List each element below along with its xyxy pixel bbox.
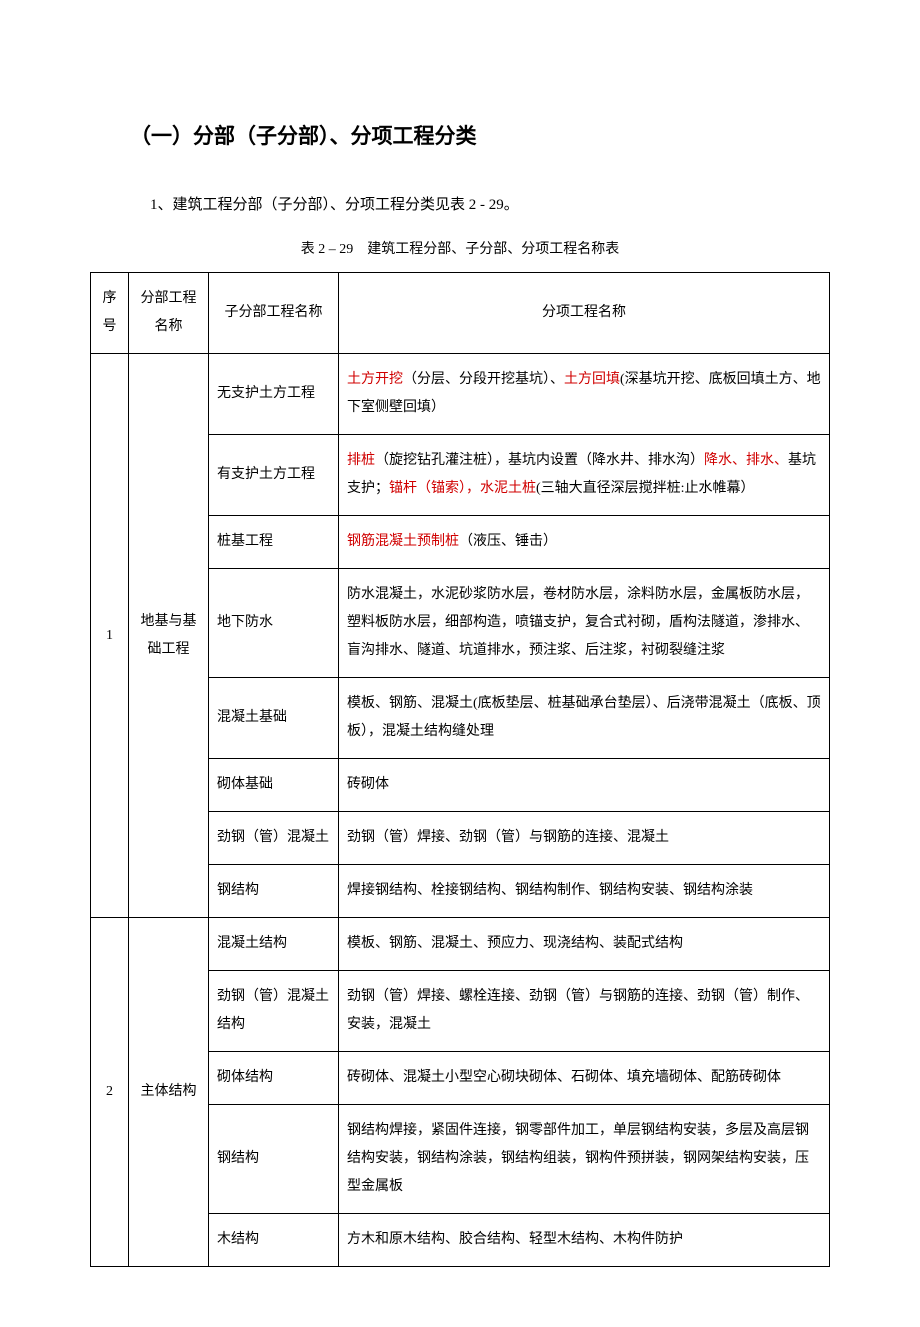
- highlight-text: 土方开挖: [347, 372, 403, 387]
- plain-text: 方木和原木结构、胶合结构、轻型木结构、木构件防护: [347, 1232, 683, 1247]
- cell-subpart: 砌体基础: [209, 759, 339, 812]
- plain-text: 砖砌体、混凝土小型空心砌块砌体、石砌体、填充墙砌体、配筋砖砌体: [347, 1070, 781, 1085]
- plain-text: (三轴大直径深层搅拌桩:止水帷幕）: [536, 481, 755, 496]
- cell-item: 砖砌体、混凝土小型空心砌块砌体、石砌体、填充墙砌体、配筋砖砌体: [339, 1052, 830, 1105]
- table-row: 1地基与基础工程无支护土方工程土方开挖（分层、分段开挖基坑）、土方回填(深基坑开…: [91, 354, 830, 435]
- highlight-text: 降水、排水、: [704, 453, 788, 468]
- cell-item: 劲钢（管）焊接、劲钢（管）与钢筋的连接、混凝土: [339, 812, 830, 865]
- header-seq: 序号: [91, 273, 129, 354]
- cell-subpart: 木结构: [209, 1214, 339, 1267]
- cell-item: 砖砌体: [339, 759, 830, 812]
- plain-text: 砖砌体: [347, 777, 389, 792]
- highlight-text: 排桩: [347, 453, 375, 468]
- cell-item: 模板、钢筋、混凝土、预应力、现浇结构、装配式结构: [339, 918, 830, 971]
- table-row: 2主体结构混凝土结构模板、钢筋、混凝土、预应力、现浇结构、装配式结构: [91, 918, 830, 971]
- cell-item: 防水混凝土，水泥砂浆防水层，卷材防水层，涂料防水层，金属板防水层，塑料板防水层，…: [339, 569, 830, 678]
- cell-item: 模板、钢筋、混凝土(底板垫层、桩基础承台垫层）、后浇带混凝土（底板、顶板），混凝…: [339, 678, 830, 759]
- plain-text: （液压、锤击）: [459, 534, 557, 549]
- cell-subpart: 桩基工程: [209, 516, 339, 569]
- cell-subpart: 混凝土结构: [209, 918, 339, 971]
- plain-text: 防水混凝土，水泥砂浆防水层，卷材防水层，涂料防水层，金属板防水层，塑料板防水层，…: [347, 587, 809, 658]
- plain-text: 劲钢（管）焊接、劲钢（管）与钢筋的连接、混凝土: [347, 830, 669, 845]
- highlight-text: 土方回填: [564, 372, 620, 387]
- header-subpart: 子分部工程名称: [209, 273, 339, 354]
- plain-text: 模板、钢筋、混凝土(底板垫层、桩基础承台垫层）、后浇带混凝土（底板、顶板），混凝…: [347, 696, 821, 739]
- cell-subpart: 无支护土方工程: [209, 354, 339, 435]
- cell-subpart: 钢结构: [209, 865, 339, 918]
- classification-table: 序号 分部工程名称 子分部工程名称 分项工程名称 1地基与基础工程无支护土方工程…: [90, 272, 830, 1267]
- cell-subpart: 砌体结构: [209, 1052, 339, 1105]
- cell-item: 钢筋混凝土预制桩（液压、锤击）: [339, 516, 830, 569]
- cell-subpart: 地下防水: [209, 569, 339, 678]
- plain-text: 模板、钢筋、混凝土、预应力、现浇结构、装配式结构: [347, 936, 683, 951]
- cell-item: 焊接钢结构、栓接钢结构、钢结构制作、钢结构安装、钢结构涂装: [339, 865, 830, 918]
- intro-text: 1、建筑工程分部（子分部）、分项工程分类见表 2 - 29。: [150, 190, 830, 220]
- table-caption: 表 2 – 29 建筑工程分部、子分部、分项工程名称表: [90, 238, 830, 258]
- header-item: 分项工程名称: [339, 273, 830, 354]
- cell-part: 主体结构: [129, 918, 209, 1267]
- plain-text: （旋挖钻孔灌注桩），基坑内设置（降水井、排水沟）: [375, 453, 704, 468]
- cell-item: 方木和原木结构、胶合结构、轻型木结构、木构件防护: [339, 1214, 830, 1267]
- cell-subpart: 钢结构: [209, 1105, 339, 1214]
- header-part: 分部工程名称: [129, 273, 209, 354]
- section-title: （一）分部（子分部）、分项工程分类: [130, 120, 830, 150]
- cell-item: 钢结构焊接，紧固件连接，钢零部件加工，单层钢结构安装，多层及高层钢结构安装，钢结…: [339, 1105, 830, 1214]
- document-page: （一）分部（子分部）、分项工程分类 1、建筑工程分部（子分部）、分项工程分类见表…: [0, 0, 920, 1327]
- plain-text: 焊接钢结构、栓接钢结构、钢结构制作、钢结构安装、钢结构涂装: [347, 883, 753, 898]
- table-header-row: 序号 分部工程名称 子分部工程名称 分项工程名称: [91, 273, 830, 354]
- cell-subpart: 有支护土方工程: [209, 435, 339, 516]
- highlight-text: 锚杆（锚索），水泥土桩: [389, 481, 536, 496]
- highlight-text: 钢筋混凝土预制桩: [347, 534, 459, 549]
- cell-item: 劲钢（管）焊接、螺栓连接、劲钢（管）与钢筋的连接、劲钢（管）制作、安装，混凝土: [339, 971, 830, 1052]
- cell-item: 排桩（旋挖钻孔灌注桩），基坑内设置（降水井、排水沟）降水、排水、基坑支护；锚杆（…: [339, 435, 830, 516]
- plain-text: 钢结构焊接，紧固件连接，钢零部件加工，单层钢结构安装，多层及高层钢结构安装，钢结…: [347, 1123, 809, 1194]
- cell-subpart: 混凝土基础: [209, 678, 339, 759]
- cell-subpart: 劲钢（管）混凝土结构: [209, 971, 339, 1052]
- cell-subpart: 劲钢（管）混凝土: [209, 812, 339, 865]
- plain-text: 劲钢（管）焊接、螺栓连接、劲钢（管）与钢筋的连接、劲钢（管）制作、安装，混凝土: [347, 989, 809, 1032]
- plain-text: （分层、分段开挖基坑）、: [403, 372, 564, 387]
- cell-item: 土方开挖（分层、分段开挖基坑）、土方回填(深基坑开挖、底板回填土方、地下室侧壁回…: [339, 354, 830, 435]
- cell-seq: 2: [91, 918, 129, 1267]
- cell-part: 地基与基础工程: [129, 354, 209, 918]
- cell-seq: 1: [91, 354, 129, 918]
